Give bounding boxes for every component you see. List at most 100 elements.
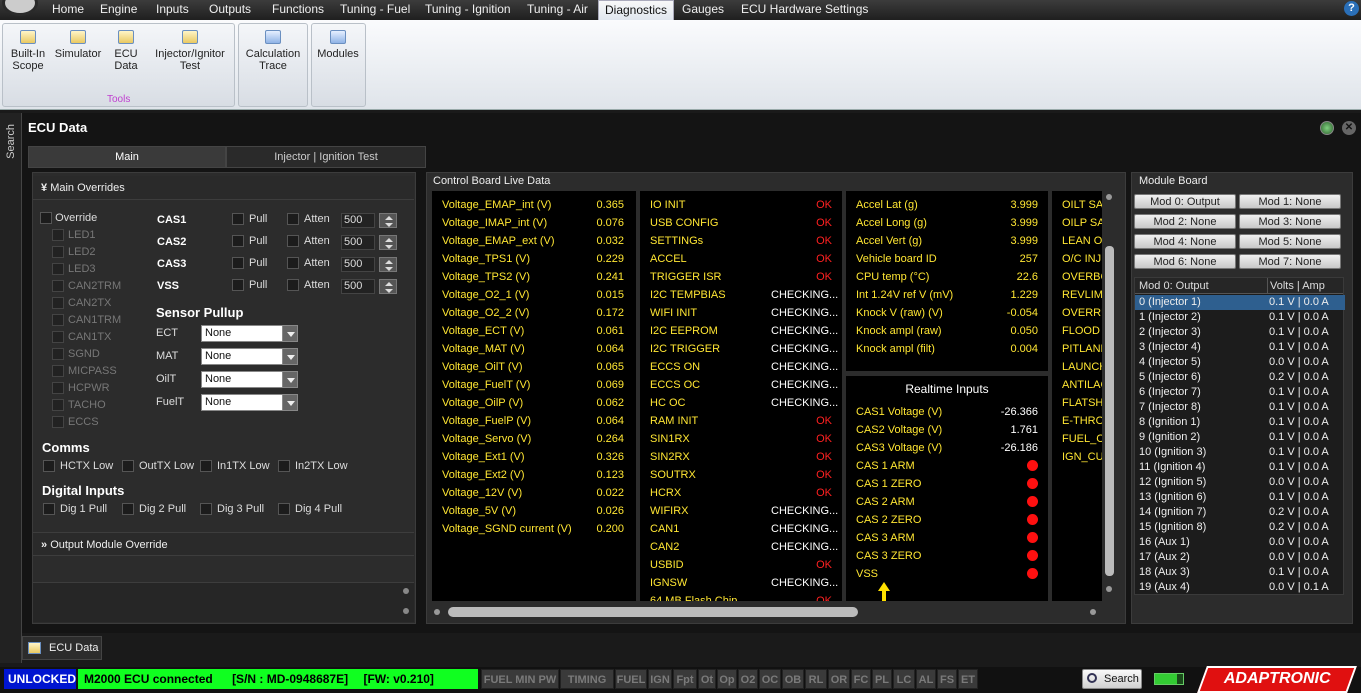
output-row[interactable]: 19 (Aux 4) 0.0 V | 0.1 A [1135,580,1345,595]
output-row[interactable]: 9 (Ignition 2) 0.1 V | 0.0 A [1135,430,1345,445]
output-row[interactable]: 6 (Injector 7) 0.1 V | 0.0 A [1135,385,1345,400]
module-button[interactable]: Mod 6: None [1134,254,1236,269]
output-row[interactable]: 5 (Injector 6) 0.2 V | 0.0 A [1135,370,1345,385]
comms-checkbox[interactable]: OutTX Low [122,460,194,473]
menu-gauges[interactable]: Gauges [676,0,730,20]
scroll-right-icon[interactable] [1090,609,1096,615]
menu-inputs[interactable]: Inputs [150,0,195,20]
app-logo[interactable] [0,0,40,20]
vertical-scrollbar[interactable] [1103,191,1117,601]
led-check[interactable] [52,246,64,259]
pull-check[interactable] [232,235,244,248]
comms-check[interactable] [122,460,134,473]
led-check[interactable] [52,416,64,429]
comms-checkbox[interactable]: HCTX Low [43,460,113,473]
menu-tuning-fuel[interactable]: Tuning - Fuel [334,0,416,20]
output-row[interactable]: 2 (Injector 3) 0.1 V | 0.0 A [1135,325,1345,340]
output-row[interactable]: 12 (Ignition 5) 0.0 V | 0.0 A [1135,475,1345,490]
calculation-trace-button[interactable]: Calculation Trace [242,30,304,72]
menu-diagnostics[interactable]: Diagnostics [598,0,675,20]
output-row[interactable]: 15 (Ignition 8) 0.2 V | 0.0 A [1135,520,1345,535]
menu-ecu-hardware-settings[interactable]: ECU Hardware Settings [735,0,874,20]
led-checkbox-led1[interactable]: LED1 [52,229,96,242]
output-row[interactable]: 7 (Injector 8) 0.1 V | 0.0 A [1135,400,1345,415]
led-checkbox-led2[interactable]: LED2 [52,246,96,259]
output-row[interactable]: 0 (Injector 1) 0.1 V | 0.0 A [1135,295,1345,310]
modules-button[interactable]: Modules [315,30,361,60]
override-check[interactable] [40,212,52,225]
h-scroll-thumb[interactable] [448,607,858,617]
tab-main[interactable]: Main [28,146,226,168]
atten-checkbox[interactable]: Atten [287,279,330,292]
close-icon[interactable]: ✕ [1342,121,1356,135]
pull-checkbox[interactable]: Pull [232,257,267,270]
digital-input-checkbox[interactable]: Dig 2 Pull [122,503,186,516]
atten-checkbox[interactable]: Atten [287,257,330,270]
output-row[interactable]: 18 (Aux 3) 0.1 V | 0.0 A [1135,565,1345,580]
output-row[interactable]: 8 (Ignition 1) 0.1 V | 0.0 A [1135,415,1345,430]
led-check[interactable] [52,229,64,242]
chevron-down-icon[interactable] [282,325,298,342]
output-row[interactable]: 3 (Injector 4) 0.1 V | 0.0 A [1135,340,1345,355]
scroll-thumb[interactable] [1105,246,1114,576]
main-overrides-header[interactable]: ¥ Main Overrides [33,176,414,200]
digital-check[interactable] [122,503,134,516]
comms-check[interactable] [43,460,55,473]
atten-value-input[interactable]: 500 [341,213,375,228]
menu-engine[interactable]: Engine [94,0,143,20]
led-check[interactable] [52,365,64,378]
horizontal-scrollbar[interactable] [432,605,1102,619]
menu-functions[interactable]: Functions [266,0,330,20]
output-row[interactable]: 1 (Injector 2) 0.1 V | 0.0 A [1135,310,1345,325]
search-button[interactable]: Search [1082,669,1142,689]
atten-check[interactable] [287,279,299,292]
output-module-override-header[interactable]: » Output Module Override [33,532,414,556]
output-row[interactable]: 16 (Aux 1) 0.0 V | 0.0 A [1135,535,1345,550]
output-row[interactable]: 4 (Injector 5) 0.0 V | 0.0 A [1135,355,1345,370]
menu-home[interactable]: Home [46,0,90,20]
output-row[interactable]: 10 (Ignition 3) 0.1 V | 0.0 A [1135,445,1345,460]
led-check[interactable] [52,263,64,276]
comms-checkbox[interactable]: In1TX Low [200,460,270,473]
pull-check[interactable] [232,279,244,292]
atten-value-input[interactable]: 500 [341,235,375,250]
led-check[interactable] [52,331,64,344]
atten-spinner-icon[interactable] [379,235,397,250]
digital-check[interactable] [43,503,55,516]
comms-check[interactable] [278,460,290,473]
chevron-down-icon[interactable] [282,394,298,411]
led-checkbox-sgnd[interactable]: SGND [52,348,100,361]
pull-checkbox[interactable]: Pull [232,235,267,248]
module-button[interactable]: Mod 0: Output [1134,194,1236,209]
led-checkbox-hcpwr[interactable]: HCPWR [52,382,110,395]
pull-checkbox[interactable]: Pull [232,213,267,226]
atten-value-input[interactable]: 500 [341,279,375,294]
bottom-tab-ecu-data[interactable]: ECU Data [22,636,102,660]
led-checkbox-eccs[interactable]: ECCS [52,416,99,429]
pull-check[interactable] [232,213,244,226]
digital-input-checkbox[interactable]: Dig 1 Pull [43,503,107,516]
builtin-scope-button[interactable]: Built-In Scope [6,30,50,72]
menu-tuning-air[interactable]: Tuning - Air [521,0,594,20]
module-button[interactable]: Mod 1: None [1239,194,1341,209]
atten-spinner-icon[interactable] [379,257,397,272]
atten-value-input[interactable]: 500 [341,257,375,272]
pull-checkbox[interactable]: Pull [232,279,267,292]
override-checkbox[interactable]: Override [40,212,97,225]
atten-check[interactable] [287,213,299,226]
atten-spinner-icon[interactable] [379,279,397,294]
led-check[interactable] [52,314,64,327]
scroll-up-icon[interactable] [1106,194,1112,200]
atten-spinner-icon[interactable] [379,213,397,228]
menu-tuning-ignition[interactable]: Tuning - Ignition [419,0,517,20]
pull-check[interactable] [232,257,244,270]
led-check[interactable] [52,280,64,293]
scroll-dot-icon[interactable] [403,588,409,594]
led-checkbox-tacho[interactable]: TACHO [52,399,106,412]
output-row[interactable]: 13 (Ignition 6) 0.1 V | 0.0 A [1135,490,1345,505]
module-button[interactable]: Mod 3: None [1239,214,1341,229]
led-checkbox-can2tx[interactable]: CAN2TX [52,297,111,310]
atten-check[interactable] [287,257,299,270]
led-checkbox-can2trm[interactable]: CAN2TRM [52,280,121,293]
comms-checkbox[interactable]: In2TX Low [278,460,348,473]
